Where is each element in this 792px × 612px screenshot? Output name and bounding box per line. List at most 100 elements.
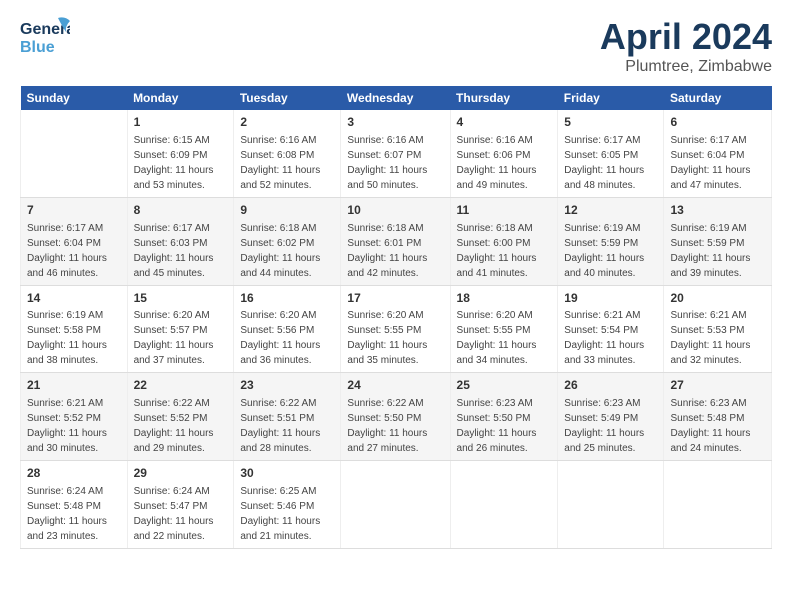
day-number: 1 [134, 114, 228, 131]
day-number: 3 [347, 114, 443, 131]
day-number: 30 [240, 465, 334, 482]
day-info: Sunrise: 6:17 AMSunset: 6:04 PMDaylight:… [27, 223, 107, 279]
main-title: April 2024 [600, 16, 772, 58]
logo-container: General Blue [20, 16, 70, 58]
day-cell [341, 461, 450, 549]
page: General Blue April 2024 Plumtree, Zimbab… [0, 0, 792, 612]
day-number: 2 [240, 114, 334, 131]
day-number: 8 [134, 202, 228, 219]
day-info: Sunrise: 6:17 AMSunset: 6:05 PMDaylight:… [564, 135, 644, 191]
day-info: Sunrise: 6:21 AMSunset: 5:53 PMDaylight:… [670, 310, 750, 366]
day-info: Sunrise: 6:19 AMSunset: 5:58 PMDaylight:… [27, 310, 107, 366]
day-number: 12 [564, 202, 657, 219]
day-info: Sunrise: 6:22 AMSunset: 5:50 PMDaylight:… [347, 398, 427, 454]
day-info: Sunrise: 6:20 AMSunset: 5:55 PMDaylight:… [457, 310, 537, 366]
day-number: 4 [457, 114, 552, 131]
day-cell: 13Sunrise: 6:19 AMSunset: 5:59 PMDayligh… [664, 197, 772, 285]
day-info: Sunrise: 6:24 AMSunset: 5:47 PMDaylight:… [134, 486, 214, 542]
day-number: 11 [457, 202, 552, 219]
col-friday: Friday [558, 86, 664, 110]
day-cell: 30 Sunrise: 6:25 AMSunset: 5:46 PMDayligh… [234, 461, 341, 549]
col-wednesday: Wednesday [341, 86, 450, 110]
day-cell: 9 Sunrise: 6:18 AMSunset: 6:02 PMDaylight… [234, 197, 341, 285]
day-cell: 17Sunrise: 6:20 AMSunset: 5:55 PMDayligh… [341, 285, 450, 373]
day-cell: 18 Sunrise: 6:20 AMSunset: 5:55 PMDayligh… [450, 285, 558, 373]
day-number: 5 [564, 114, 657, 131]
day-info: Sunrise: 6:22 AMSunset: 5:51 PMDaylight:… [240, 398, 320, 454]
day-cell: 28 Sunrise: 6:24 AMSunset: 5:48 PMDayligh… [21, 461, 128, 549]
day-number: 14 [27, 290, 121, 307]
day-info: Sunrise: 6:19 AMSunset: 5:59 PMDaylight:… [670, 223, 750, 279]
subtitle: Plumtree, Zimbabwe [600, 58, 772, 76]
day-cell: 16 Sunrise: 6:20 AMSunset: 5:56 PMDayligh… [234, 285, 341, 373]
day-cell: 1 Sunrise: 6:15 AMSunset: 6:09 PMDaylight… [127, 110, 234, 197]
header-row: Sunday Monday Tuesday Wednesday Thursday… [21, 86, 772, 110]
day-number: 18 [457, 290, 552, 307]
day-cell: 29 Sunrise: 6:24 AMSunset: 5:47 PMDayligh… [127, 461, 234, 549]
day-cell [450, 461, 558, 549]
header: General Blue April 2024 Plumtree, Zimbab… [20, 16, 772, 76]
col-saturday: Saturday [664, 86, 772, 110]
day-cell: 24 Sunrise: 6:22 AMSunset: 5:50 PMDayligh… [341, 373, 450, 461]
day-number: 29 [134, 465, 228, 482]
day-cell: 3Sunrise: 6:16 AMSunset: 6:07 PMDaylight… [341, 110, 450, 197]
logo: General Blue [20, 16, 70, 58]
title-area: April 2024 Plumtree, Zimbabwe [600, 16, 772, 76]
day-info: Sunrise: 6:23 AMSunset: 5:48 PMDaylight:… [670, 398, 750, 454]
day-cell: 8Sunrise: 6:17 AMSunset: 6:03 PMDaylight… [127, 197, 234, 285]
day-info: Sunrise: 6:20 AMSunset: 5:56 PMDaylight:… [240, 310, 320, 366]
day-info: Sunrise: 6:23 AMSunset: 5:49 PMDaylight:… [564, 398, 644, 454]
day-info: Sunrise: 6:18 AMSunset: 6:02 PMDaylight:… [240, 223, 320, 279]
week-row-0: 1 Sunrise: 6:15 AMSunset: 6:09 PMDaylight… [21, 110, 772, 197]
day-info: Sunrise: 6:24 AMSunset: 5:48 PMDaylight:… [27, 486, 107, 542]
day-number: 17 [347, 290, 443, 307]
day-cell: 11 Sunrise: 6:18 AMSunset: 6:00 PMDayligh… [450, 197, 558, 285]
day-info: Sunrise: 6:20 AMSunset: 5:57 PMDaylight:… [134, 310, 214, 366]
day-info: Sunrise: 6:22 AMSunset: 5:52 PMDaylight:… [134, 398, 214, 454]
day-number: 25 [457, 377, 552, 394]
calendar-table: Sunday Monday Tuesday Wednesday Thursday… [20, 86, 772, 549]
day-number: 23 [240, 377, 334, 394]
day-number: 19 [564, 290, 657, 307]
week-row-1: 7 Sunrise: 6:17 AMSunset: 6:04 PMDaylight… [21, 197, 772, 285]
day-info: Sunrise: 6:18 AMSunset: 6:01 PMDaylight:… [347, 223, 427, 279]
svg-text:Blue: Blue [20, 39, 55, 56]
day-info: Sunrise: 6:25 AMSunset: 5:46 PMDaylight:… [240, 486, 320, 542]
day-cell: 19 Sunrise: 6:21 AMSunset: 5:54 PMDayligh… [558, 285, 664, 373]
week-row-4: 28 Sunrise: 6:24 AMSunset: 5:48 PMDayligh… [21, 461, 772, 549]
day-cell: 20 Sunrise: 6:21 AMSunset: 5:53 PMDayligh… [664, 285, 772, 373]
day-number: 9 [240, 202, 334, 219]
day-number: 7 [27, 202, 121, 219]
day-info: Sunrise: 6:16 AMSunset: 6:06 PMDaylight:… [457, 135, 537, 191]
day-cell: 21 Sunrise: 6:21 AMSunset: 5:52 PMDayligh… [21, 373, 128, 461]
day-number: 26 [564, 377, 657, 394]
day-cell [21, 110, 128, 197]
day-cell: 4 Sunrise: 6:16 AMSunset: 6:06 PMDaylight… [450, 110, 558, 197]
day-number: 16 [240, 290, 334, 307]
day-info: Sunrise: 6:21 AMSunset: 5:52 PMDaylight:… [27, 398, 107, 454]
logo-svg: General Blue [20, 16, 70, 58]
day-cell: 27Sunrise: 6:23 AMSunset: 5:48 PMDayligh… [664, 373, 772, 461]
day-number: 20 [670, 290, 765, 307]
day-cell: 22 Sunrise: 6:22 AMSunset: 5:52 PMDayligh… [127, 373, 234, 461]
day-number: 28 [27, 465, 121, 482]
day-number: 22 [134, 377, 228, 394]
day-cell: 5 Sunrise: 6:17 AMSunset: 6:05 PMDaylight… [558, 110, 664, 197]
col-sunday: Sunday [21, 86, 128, 110]
day-info: Sunrise: 6:23 AMSunset: 5:50 PMDaylight:… [457, 398, 537, 454]
col-thursday: Thursday [450, 86, 558, 110]
day-number: 24 [347, 377, 443, 394]
day-cell: 14 Sunrise: 6:19 AMSunset: 5:58 PMDayligh… [21, 285, 128, 373]
week-row-2: 14 Sunrise: 6:19 AMSunset: 5:58 PMDayligh… [21, 285, 772, 373]
day-cell: 10Sunrise: 6:18 AMSunset: 6:01 PMDayligh… [341, 197, 450, 285]
day-cell [558, 461, 664, 549]
day-info: Sunrise: 6:18 AMSunset: 6:00 PMDaylight:… [457, 223, 537, 279]
day-number: 6 [670, 114, 765, 131]
day-info: Sunrise: 6:21 AMSunset: 5:54 PMDaylight:… [564, 310, 644, 366]
day-info: Sunrise: 6:15 AMSunset: 6:09 PMDaylight:… [134, 135, 214, 191]
day-info: Sunrise: 6:19 AMSunset: 5:59 PMDaylight:… [564, 223, 644, 279]
day-info: Sunrise: 6:17 AMSunset: 6:04 PMDaylight:… [670, 135, 750, 191]
day-cell: 25 Sunrise: 6:23 AMSunset: 5:50 PMDayligh… [450, 373, 558, 461]
day-number: 21 [27, 377, 121, 394]
day-number: 15 [134, 290, 228, 307]
